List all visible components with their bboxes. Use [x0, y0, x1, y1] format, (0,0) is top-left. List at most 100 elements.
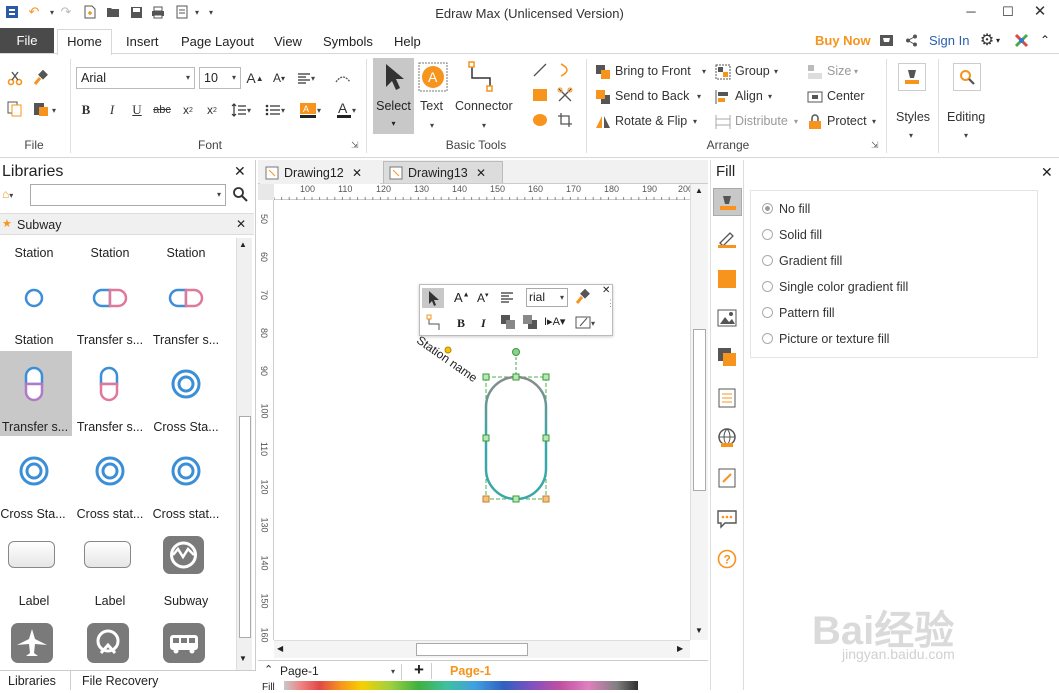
- float-style-icon[interactable]: ▾: [575, 314, 599, 333]
- align-button[interactable]: Align: [735, 89, 763, 103]
- arc-tool-icon[interactable]: [556, 61, 574, 79]
- label-shape[interactable]: [8, 541, 55, 568]
- protect-button[interactable]: Protect: [827, 114, 867, 128]
- distribute-icon[interactable]: [714, 113, 731, 130]
- library-category-header[interactable]: ★ Subway ✕: [0, 213, 254, 235]
- label-shape[interactable]: [84, 541, 131, 568]
- share-icon[interactable]: [903, 32, 919, 48]
- bullet-list-icon[interactable]: ▾: [262, 101, 288, 119]
- strikethrough-icon[interactable]: abc: [152, 101, 172, 119]
- font-color-icon[interactable]: A ▾: [333, 99, 359, 121]
- canvas-vertical-scrollbar[interactable]: ▲ ▼: [690, 184, 708, 640]
- transfer-station-shape[interactable]: [92, 288, 128, 311]
- library-scrollbar[interactable]: ▲ ▼: [236, 238, 252, 670]
- scroll-down-arrow[interactable]: ▼: [695, 626, 703, 635]
- home-library-icon[interactable]: ⌂▾: [2, 187, 26, 205]
- connector-tool-icon[interactable]: [466, 60, 500, 94]
- bring-to-front-icon[interactable]: [594, 63, 611, 80]
- group-button[interactable]: Group: [735, 64, 770, 78]
- cross-station-shape[interactable]: [94, 455, 126, 490]
- tab-view[interactable]: View: [274, 34, 302, 49]
- text-background-icon[interactable]: A ▾: [297, 99, 323, 121]
- cross-station-shape[interactable]: [170, 368, 202, 403]
- rotate-flip-icon[interactable]: [594, 113, 611, 130]
- libraries-close-icon[interactable]: ✕: [234, 163, 246, 180]
- rotate-flip-dropdown-icon[interactable]: ▾: [693, 117, 697, 126]
- lock-icon[interactable]: [806, 113, 823, 130]
- float-italic-icon[interactable]: I: [481, 316, 486, 331]
- fill-option-no-fill[interactable]: No fill: [762, 202, 810, 216]
- decrease-font-icon[interactable]: A ▾: [270, 69, 288, 87]
- editing-dropdown-icon[interactable]: ▾: [964, 131, 968, 140]
- transfer-station-vertical-shape[interactable]: [99, 366, 121, 405]
- station-shape[interactable]: [22, 286, 46, 313]
- fill-option-solid[interactable]: Solid fill: [762, 228, 822, 242]
- float-bold-icon[interactable]: B: [457, 316, 465, 331]
- fill-option-gradient[interactable]: Gradient fill: [762, 254, 842, 268]
- layer-panel-icon[interactable]: [717, 347, 737, 370]
- add-page-icon[interactable]: +: [414, 660, 424, 680]
- float-format-painter-icon[interactable]: [575, 288, 591, 308]
- send-to-back-icon[interactable]: [594, 88, 611, 105]
- size-icon[interactable]: [806, 63, 823, 80]
- settings-dropdown-icon[interactable]: ▾: [996, 36, 1000, 45]
- gear-icon[interactable]: ⚙: [979, 31, 995, 49]
- radio[interactable]: [762, 281, 773, 292]
- float-select-icon[interactable]: [422, 288, 444, 308]
- radio-selected[interactable]: [762, 203, 773, 214]
- maximize-button[interactable]: ☐: [993, 2, 1023, 22]
- bold-icon[interactable]: B: [78, 101, 94, 119]
- protect-dropdown-icon[interactable]: ▾: [872, 117, 876, 126]
- float-connector-icon[interactable]: [426, 314, 446, 335]
- cart-icon[interactable]: [878, 32, 894, 48]
- canvas-horizontal-scrollbar[interactable]: ◀ ▶: [274, 640, 690, 658]
- crop-tool-icon[interactable]: [556, 111, 574, 129]
- library-search-input[interactable]: ▾: [30, 184, 226, 206]
- scroll-up-arrow[interactable]: ▲: [695, 186, 703, 195]
- tab-close-icon[interactable]: ✕: [476, 162, 486, 184]
- connector-tool-label[interactable]: Connector: [455, 99, 513, 113]
- rectangle-tool-icon[interactable]: [531, 86, 549, 104]
- help-icon[interactable]: ?: [717, 549, 737, 572]
- send-to-back-dropdown-icon[interactable]: ▾: [697, 92, 701, 101]
- distribute-dropdown-icon[interactable]: ▾: [794, 117, 798, 126]
- align-icon[interactable]: [714, 88, 731, 105]
- line-spacing-icon[interactable]: ▾: [228, 101, 254, 119]
- italic-icon[interactable]: I: [104, 101, 120, 119]
- category-close-icon[interactable]: ✕: [236, 217, 246, 231]
- size-button[interactable]: Size: [827, 64, 851, 78]
- float-send-back-icon[interactable]: [522, 314, 540, 333]
- tab-insert[interactable]: Insert: [126, 34, 159, 49]
- size-dropdown-icon[interactable]: ▾: [854, 67, 858, 76]
- airport-icon[interactable]: [11, 623, 53, 663]
- text-tool-icon[interactable]: A: [418, 62, 448, 92]
- text-tool-label[interactable]: Text: [420, 99, 443, 113]
- scissors-tool-icon[interactable]: [556, 86, 574, 104]
- minimize-button[interactable]: ─: [956, 2, 986, 22]
- ellipse-tool-icon[interactable]: [531, 111, 549, 129]
- float-close-icon[interactable]: ✕: [602, 285, 610, 296]
- page-select[interactable]: Page-1 ▾: [280, 664, 402, 680]
- arrange-dialog-launcher[interactable]: ⇲: [871, 140, 879, 151]
- transfer-station-vertical-shape[interactable]: [24, 366, 46, 405]
- scroll-right-arrow[interactable]: ▶: [677, 644, 683, 653]
- file-menu-tab[interactable]: File: [0, 28, 54, 53]
- bring-to-front-dropdown-icon[interactable]: ▾: [702, 67, 706, 76]
- subway-logo-icon[interactable]: [163, 536, 204, 574]
- bring-to-front-button[interactable]: Bring to Front: [615, 64, 691, 78]
- copy-icon[interactable]: [6, 100, 24, 118]
- editing-button[interactable]: Editing: [947, 110, 985, 124]
- text-tool-dropdown-icon[interactable]: ▾: [430, 121, 434, 130]
- collapse-ribbon-icon[interactable]: ⌃: [1040, 33, 1050, 47]
- tab-file-recovery[interactable]: File Recovery: [82, 674, 158, 688]
- text-align-icon[interactable]: ▾: [296, 69, 316, 87]
- shadow-panel-icon[interactable]: [717, 269, 737, 292]
- theme-icon[interactable]: [1013, 32, 1029, 48]
- tab-drawing13[interactable]: Drawing13 ✕: [383, 161, 503, 183]
- cross-station-shape[interactable]: [18, 455, 50, 490]
- rotate-flip-button[interactable]: Rotate & Flip: [615, 114, 687, 128]
- tab-close-icon[interactable]: ✕: [352, 162, 362, 184]
- tab-symbols[interactable]: Symbols: [323, 34, 373, 49]
- radio[interactable]: [762, 333, 773, 344]
- fill-panel-close-icon[interactable]: ✕: [1041, 164, 1053, 181]
